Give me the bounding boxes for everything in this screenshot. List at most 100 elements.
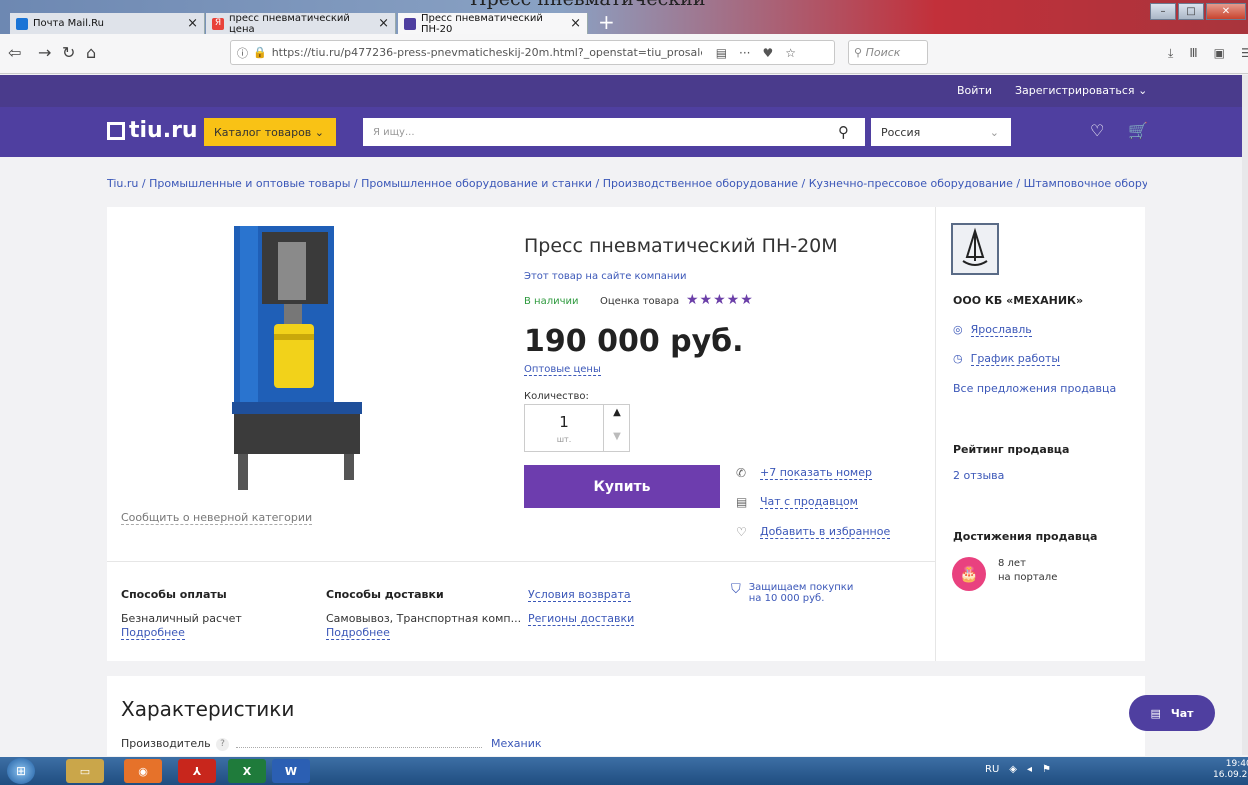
- manufacturer-value[interactable]: Механик: [491, 737, 542, 750]
- favorites-heart-icon[interactable]: ♡: [1090, 121, 1104, 140]
- seller-rating-title: Рейтинг продавца: [953, 443, 1070, 456]
- firefox-icon[interactable]: ◉: [124, 759, 162, 783]
- os-taskbar: ⊞ ▭ ◉ ⅄ X W RU ◈ ◂ ⚑ 19:4016.09.2018: [0, 757, 1248, 785]
- delivery-more-link[interactable]: Подробнее: [326, 626, 390, 640]
- chat-seller-label: Чат с продавцом: [760, 495, 858, 509]
- region-select[interactable]: Россия ⌄: [871, 118, 1011, 146]
- volume-icon[interactable]: ◂: [1027, 764, 1032, 775]
- downloads-icon[interactable]: ⤓: [1168, 46, 1173, 61]
- sidebar-icon[interactable]: ▣: [1214, 46, 1225, 61]
- protect-line1: Защищаем покупки: [748, 582, 854, 593]
- minimize-button[interactable]: –: [1150, 3, 1176, 20]
- phone-icon: ✆: [736, 466, 747, 480]
- seller-logo-emblem: [962, 227, 988, 266]
- quantity-label: Количество:: [524, 391, 589, 402]
- achievements-title: Достижения продавца: [953, 530, 1098, 543]
- search-icon[interactable]: ⚲: [838, 123, 849, 141]
- library-icon[interactable]: Ⅲ: [1189, 46, 1197, 61]
- show-phone-label: +7 показать номер: [760, 466, 872, 480]
- close-tab-icon[interactable]: ×: [378, 16, 389, 31]
- explorer-icon[interactable]: ▭: [66, 759, 104, 783]
- add-favorite-link[interactable]: ♡ Добавить в избранное: [736, 525, 891, 539]
- product-image[interactable]: [232, 224, 364, 494]
- url-text[interactable]: https://tiu.ru/p477236-press-pnevmatiche…: [272, 46, 702, 59]
- chat-seller-link[interactable]: ▤ Чат с продавцом: [736, 495, 858, 509]
- all-offers-link[interactable]: Все предложения продавца: [953, 382, 1116, 395]
- work-schedule-link[interactable]: ◷ График работы: [953, 352, 1061, 366]
- divider: [935, 207, 936, 661]
- quantity-stepper[interactable]: 1 шт. ▲ ▼: [524, 404, 630, 452]
- close-window-button[interactable]: ✕: [1206, 3, 1246, 20]
- site-logo[interactable]: tiu.ru: [107, 118, 198, 143]
- window-controls: – □ ✕: [1150, 3, 1246, 20]
- flag-icon[interactable]: ⚑: [1042, 764, 1051, 775]
- info-icon[interactable]: ⓘ: [237, 45, 248, 61]
- excel-icon[interactable]: X: [228, 759, 266, 783]
- maximize-button[interactable]: □: [1178, 3, 1204, 20]
- delivery-text: Самовывоз, Транспортная комп...: [326, 612, 522, 625]
- quantity-unit: шт.: [556, 435, 572, 444]
- start-button[interactable]: ⊞: [7, 758, 35, 784]
- clock[interactable]: 19:4016.09.2018: [1213, 759, 1248, 781]
- chat-icon: ▤: [1150, 706, 1161, 720]
- window-title: Пресс пневматический: [470, 0, 706, 10]
- tab-mail[interactable]: Почта Mail.Ru ×: [10, 13, 205, 34]
- login-link[interactable]: Войти: [957, 84, 992, 97]
- seller-city-link[interactable]: ◎ Ярославль: [953, 323, 1032, 337]
- quantity-value[interactable]: 1: [525, 413, 603, 431]
- report-category-link[interactable]: Сообщить о неверной категории: [121, 511, 313, 525]
- seller-city: Ярославль: [970, 323, 1032, 337]
- address-bar[interactable]: ⓘ 🔒 https://tiu.ru/p477236-press-pnevmat…: [230, 40, 835, 65]
- browser-search-field[interactable]: ⚲ Поиск: [848, 40, 928, 65]
- new-tab-icon[interactable]: +: [598, 10, 615, 34]
- delivery-regions-link[interactable]: Регионы доставки: [528, 612, 635, 626]
- purchase-protection[interactable]: ⛉ Защищаем покупки на 10 000 руб.: [731, 582, 853, 604]
- return-conditions-link[interactable]: Условия возврата: [528, 588, 631, 602]
- pocket-icon[interactable]: ♥: [763, 46, 774, 60]
- acrobat-icon[interactable]: ⅄: [178, 759, 216, 783]
- breadcrumb[interactable]: Tiu.ru / Промышленные и оптовые товары /…: [107, 177, 1147, 190]
- bookmark-star-icon[interactable]: ☆: [785, 46, 796, 60]
- forward-icon[interactable]: →: [38, 43, 51, 62]
- tab-tiu[interactable]: Пресс пневматический ПН-20 ×: [398, 13, 588, 35]
- seller-logo[interactable]: [951, 223, 999, 275]
- home-icon[interactable]: ⌂: [86, 43, 96, 62]
- company-site-link[interactable]: Этот товар на сайте компании: [524, 271, 686, 282]
- increment-icon[interactable]: ▲: [604, 407, 630, 418]
- close-tab-icon[interactable]: ×: [570, 16, 581, 31]
- catalog-button[interactable]: Каталог товаров ⌄: [204, 118, 336, 146]
- chevron-down-icon: ⌄: [989, 125, 999, 139]
- decrement-icon[interactable]: ▼: [604, 431, 630, 442]
- site-search-input[interactable]: Я ищу... ⚲: [363, 118, 865, 146]
- menu-icon[interactable]: ☰: [1241, 46, 1248, 61]
- buy-button[interactable]: Купить: [524, 465, 720, 508]
- network-icon[interactable]: ◈: [1009, 764, 1017, 775]
- seller-name[interactable]: ООО КБ «МЕХАНИК»: [953, 294, 1083, 307]
- register-label: Зарегистрироваться: [1015, 84, 1135, 97]
- reader-view-icon[interactable]: ▤: [716, 46, 727, 60]
- availability-status: В наличии: [524, 296, 579, 307]
- cart-icon[interactable]: 🛒: [1128, 121, 1148, 140]
- search-icon: ⚲: [854, 46, 866, 59]
- region-value: Россия: [881, 125, 921, 139]
- delivery-title: Способы доставки: [326, 588, 444, 601]
- search-placeholder: Поиск: [865, 46, 901, 59]
- reload-icon[interactable]: ↻: [62, 43, 75, 62]
- language-indicator[interactable]: RU: [985, 764, 999, 775]
- wholesale-prices-link[interactable]: Оптовые цены: [524, 364, 601, 376]
- back-icon[interactable]: ⇦: [8, 43, 21, 62]
- rating-stars-icon: ★★★★★: [686, 292, 754, 308]
- word-icon[interactable]: W: [272, 759, 310, 783]
- tab-yandex[interactable]: Я пресс пневматический цена ×: [206, 13, 396, 35]
- show-phone-link[interactable]: ✆ +7 показать номер: [736, 466, 872, 480]
- location-pin-icon: ◎: [953, 323, 963, 336]
- help-icon[interactable]: ?: [216, 738, 229, 751]
- reviews-link[interactable]: 2 отзыва: [953, 469, 1004, 482]
- close-tab-icon[interactable]: ×: [187, 16, 198, 31]
- register-link[interactable]: Зарегистрироваться ⌄: [1015, 84, 1147, 97]
- clock-date: 16.09.2018: [1213, 770, 1248, 780]
- page-scrollbar[interactable]: [1242, 75, 1248, 755]
- chat-button[interactable]: ▤ Чат: [1129, 695, 1215, 731]
- payment-more-link[interactable]: Подробнее: [121, 626, 185, 640]
- more-icon[interactable]: ···: [739, 46, 750, 60]
